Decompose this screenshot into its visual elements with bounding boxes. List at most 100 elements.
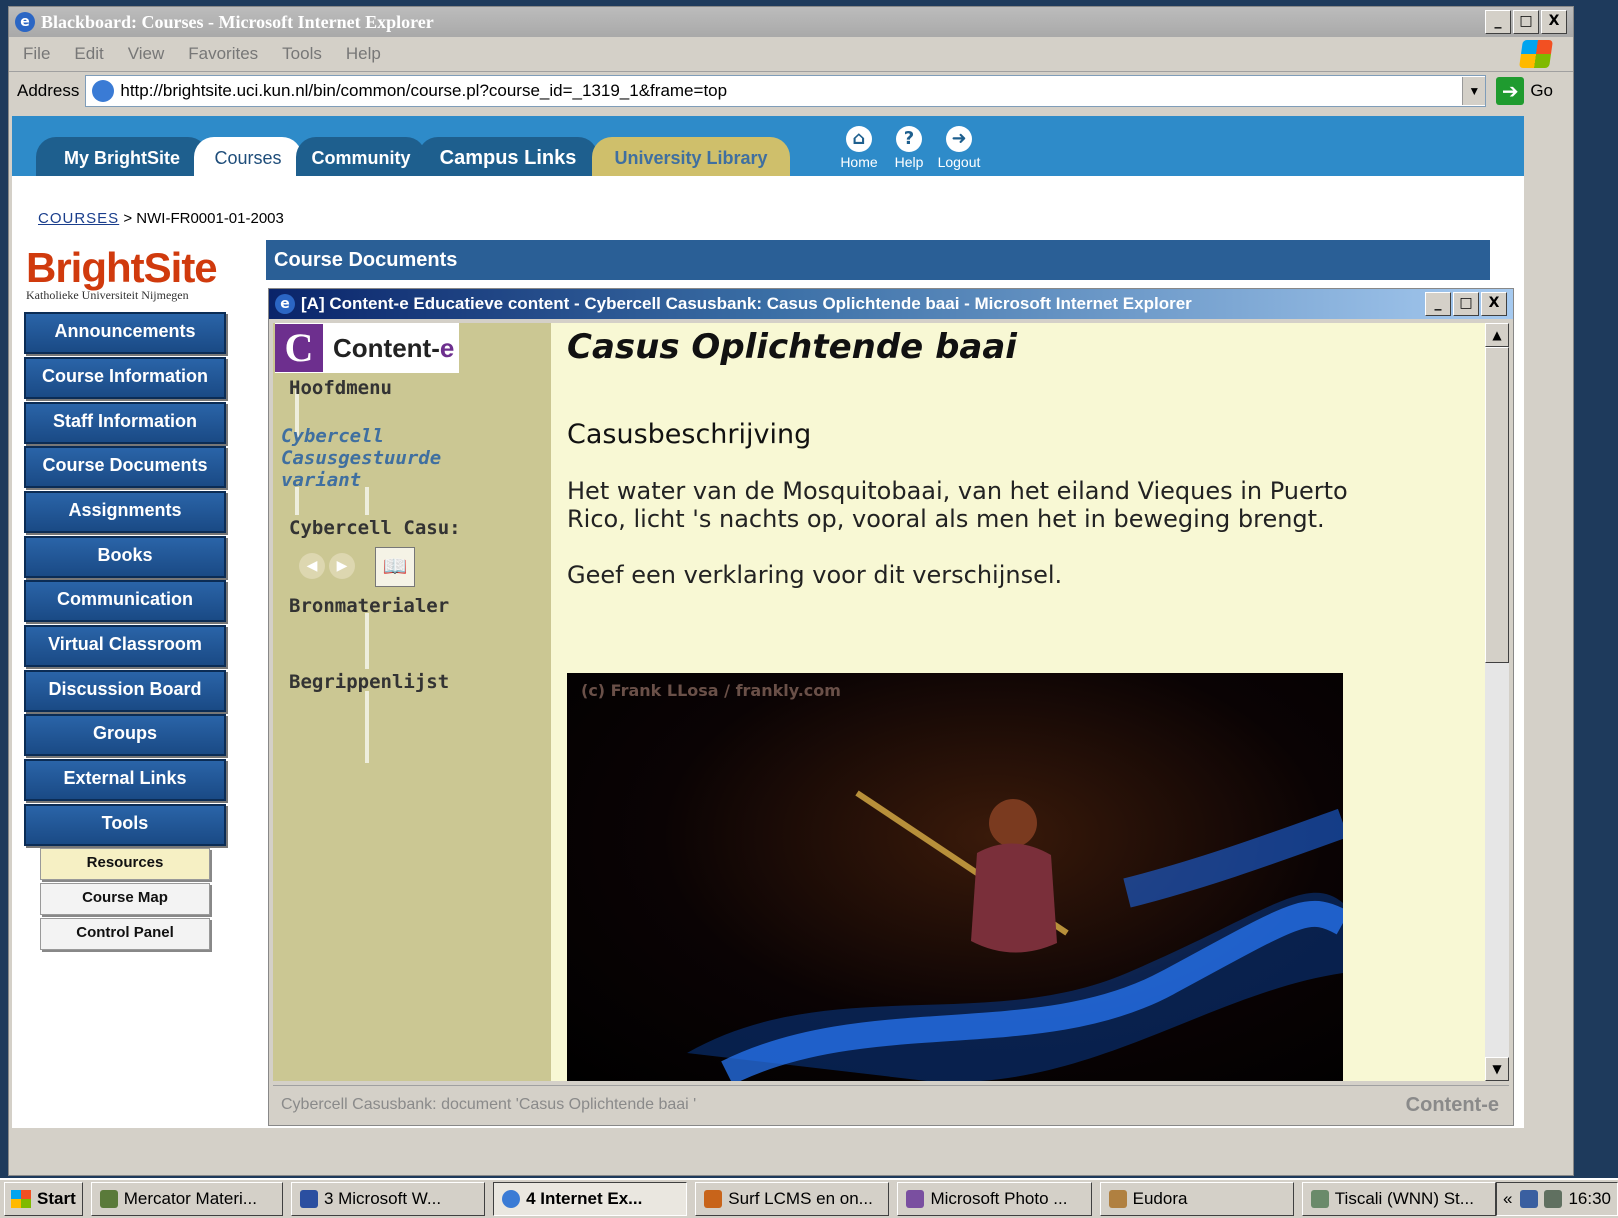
task-mercator[interactable]: Mercator Materi... [90,1182,283,1216]
address-dropdown-icon[interactable]: ▼ [1462,77,1486,105]
scroll-up-icon[interactable]: ▲ [1485,323,1509,347]
menu-connector [365,487,369,515]
tab-community[interactable]: Community [296,137,426,176]
nav-tools[interactable]: Tools [24,804,226,846]
nav-books[interactable]: Books [24,536,226,578]
menu-case[interactable]: Cybercell Casu: [289,517,461,539]
home-icon[interactable]: ⌂ [846,126,872,152]
powerpoint-icon[interactable] [704,1190,723,1208]
help-icon[interactable]: ? [896,126,922,152]
task-label[interactable]: Tiscali (WNN) St... [1335,1189,1474,1209]
scroll-thumb[interactable] [1485,347,1509,663]
menu-file[interactable]: File [23,44,50,64]
popup-status-text: Cybercell Casusbank: document 'Casus Opl… [281,1096,697,1113]
menu-casusgestuurde-link[interactable]: Casusgestuurde [281,447,441,469]
menu-glossary[interactable]: Begrippenlijst [289,671,449,693]
brightsite-logo[interactable]: BrightSite Katholieke Universiteit Nijme… [26,244,218,303]
task-powerpoint[interactable]: Surf LCMS en on... [695,1182,890,1216]
scroll-down-icon[interactable]: ▼ [1485,1057,1509,1081]
tray-network-icon[interactable] [1520,1190,1539,1208]
help-link[interactable]: ? Help [882,126,936,170]
tool-control-panel[interactable]: Control Panel [40,918,210,950]
nav-assignments[interactable]: Assignments [24,491,226,533]
nav-virtual-classroom[interactable]: Virtual Classroom [24,625,226,667]
menu-edit[interactable]: Edit [74,44,103,64]
windows-logo-icon [1519,40,1553,68]
tab-campus-links[interactable]: Campus Links [418,137,598,176]
menu-help[interactable]: Help [346,44,381,64]
start-label[interactable]: Start [37,1189,76,1209]
close-button[interactable]: X [1541,10,1567,34]
section-title: Course Documents [266,240,1490,280]
logo-name[interactable]: BrightSite [26,244,218,292]
case-photo: (c) Frank LLosa / frankly.com [567,673,1343,1081]
tray-display-icon[interactable] [1544,1190,1563,1208]
tab-university-library[interactable]: University Library [592,137,790,176]
menu-connector [365,691,369,763]
menu-sources[interactable]: Bronmaterialer [289,595,449,617]
word-icon[interactable] [299,1190,318,1208]
clock: 16:30 [1568,1189,1611,1208]
go-button[interactable]: ➔ Go [1496,77,1553,105]
menu-variant-link[interactable]: variant [281,469,361,491]
address-input[interactable]: http://brightsite.uci.kun.nl/bin/common/… [85,75,1487,107]
nav-course-information[interactable]: Course Information [24,357,226,399]
popup-titlebar: e [A] Content-e Educatieve content - Cyb… [269,289,1513,319]
task-eudora[interactable]: Eudora [1099,1182,1294,1216]
task-photo-editor[interactable]: Microsoft Photo ... [897,1182,1092,1216]
nav-discussion-board[interactable]: Discussion Board [24,670,226,712]
nav-communication[interactable]: Communication [24,580,226,622]
nav-course-documents[interactable]: Course Documents [24,446,226,488]
go-label[interactable]: Go [1530,81,1553,101]
go-arrow-icon[interactable]: ➔ [1496,77,1525,105]
logout-link[interactable]: ➜ Logout [932,126,986,170]
popup-scrollbar[interactable]: ▲ ▼ [1485,323,1509,1081]
task-label[interactable]: 3 Microsoft W... [324,1189,441,1209]
previous-arrow-icon[interactable]: ◀ [299,553,325,579]
menu-main[interactable]: Hoofdmenu [289,377,392,399]
breadcrumb-courses-link[interactable]: COURSES [38,210,119,227]
task-word[interactable]: 3 Microsoft W... [290,1182,486,1216]
task-label[interactable]: Microsoft Photo ... [930,1189,1067,1209]
task-label[interactable]: Mercator Materi... [124,1189,257,1209]
tool-resources[interactable]: Resources [40,848,210,880]
logout-label[interactable]: Logout [938,154,981,170]
book-icon[interactable]: 📖 [375,547,415,587]
popup-minimize-button[interactable]: _ [1425,292,1451,316]
home-link[interactable]: ⌂ Home [832,126,886,170]
help-label[interactable]: Help [895,154,924,170]
tab-courses[interactable]: Courses [194,137,302,176]
menu-view[interactable]: View [128,44,165,64]
nav-external-links[interactable]: External Links [24,759,226,801]
popup-title: [A] Content-e Educatieve content - Cyber… [301,294,1192,313]
popup-maximize-button[interactable]: □ [1453,292,1479,316]
menu-tools[interactable]: Tools [282,44,322,64]
task-label[interactable]: Surf LCMS en on... [728,1189,873,1209]
tray-expand-icon[interactable]: « [1503,1189,1512,1209]
network-icon[interactable] [1310,1190,1329,1208]
popup-close-button[interactable]: X [1481,292,1507,316]
nav-staff-information[interactable]: Staff Information [24,402,226,444]
task-label[interactable]: 4 Internet Ex... [526,1189,642,1209]
task-tiscali[interactable]: Tiscali (WNN) St... [1301,1182,1496,1216]
nav-announcements[interactable]: Announcements [24,312,226,354]
logout-icon[interactable]: ➜ [946,126,972,152]
menu-cybercell-link[interactable]: Cybercell [281,425,384,447]
address-url[interactable]: http://brightsite.uci.kun.nl/bin/common/… [120,81,727,101]
ie-icon[interactable] [502,1190,521,1208]
next-arrow-icon[interactable]: ▶ [329,553,355,579]
maximize-button[interactable]: □ [1513,10,1539,34]
photo-editor-icon[interactable] [906,1190,925,1208]
windows-flag-icon[interactable] [11,1190,31,1208]
minimize-button[interactable]: _ [1485,10,1511,34]
menu-favorites[interactable]: Favorites [188,44,258,64]
tool-course-map[interactable]: Course Map [40,883,210,915]
home-label[interactable]: Home [840,154,877,170]
app-icon[interactable] [99,1190,118,1208]
nav-groups[interactable]: Groups [24,714,226,756]
eudora-icon[interactable] [1108,1190,1127,1208]
task-internet-explorer[interactable]: 4 Internet Ex... [493,1182,688,1216]
start-button[interactable]: Start [4,1182,83,1216]
tab-my-brightsite[interactable]: My BrightSite [36,137,208,176]
task-label[interactable]: Eudora [1133,1189,1188,1209]
